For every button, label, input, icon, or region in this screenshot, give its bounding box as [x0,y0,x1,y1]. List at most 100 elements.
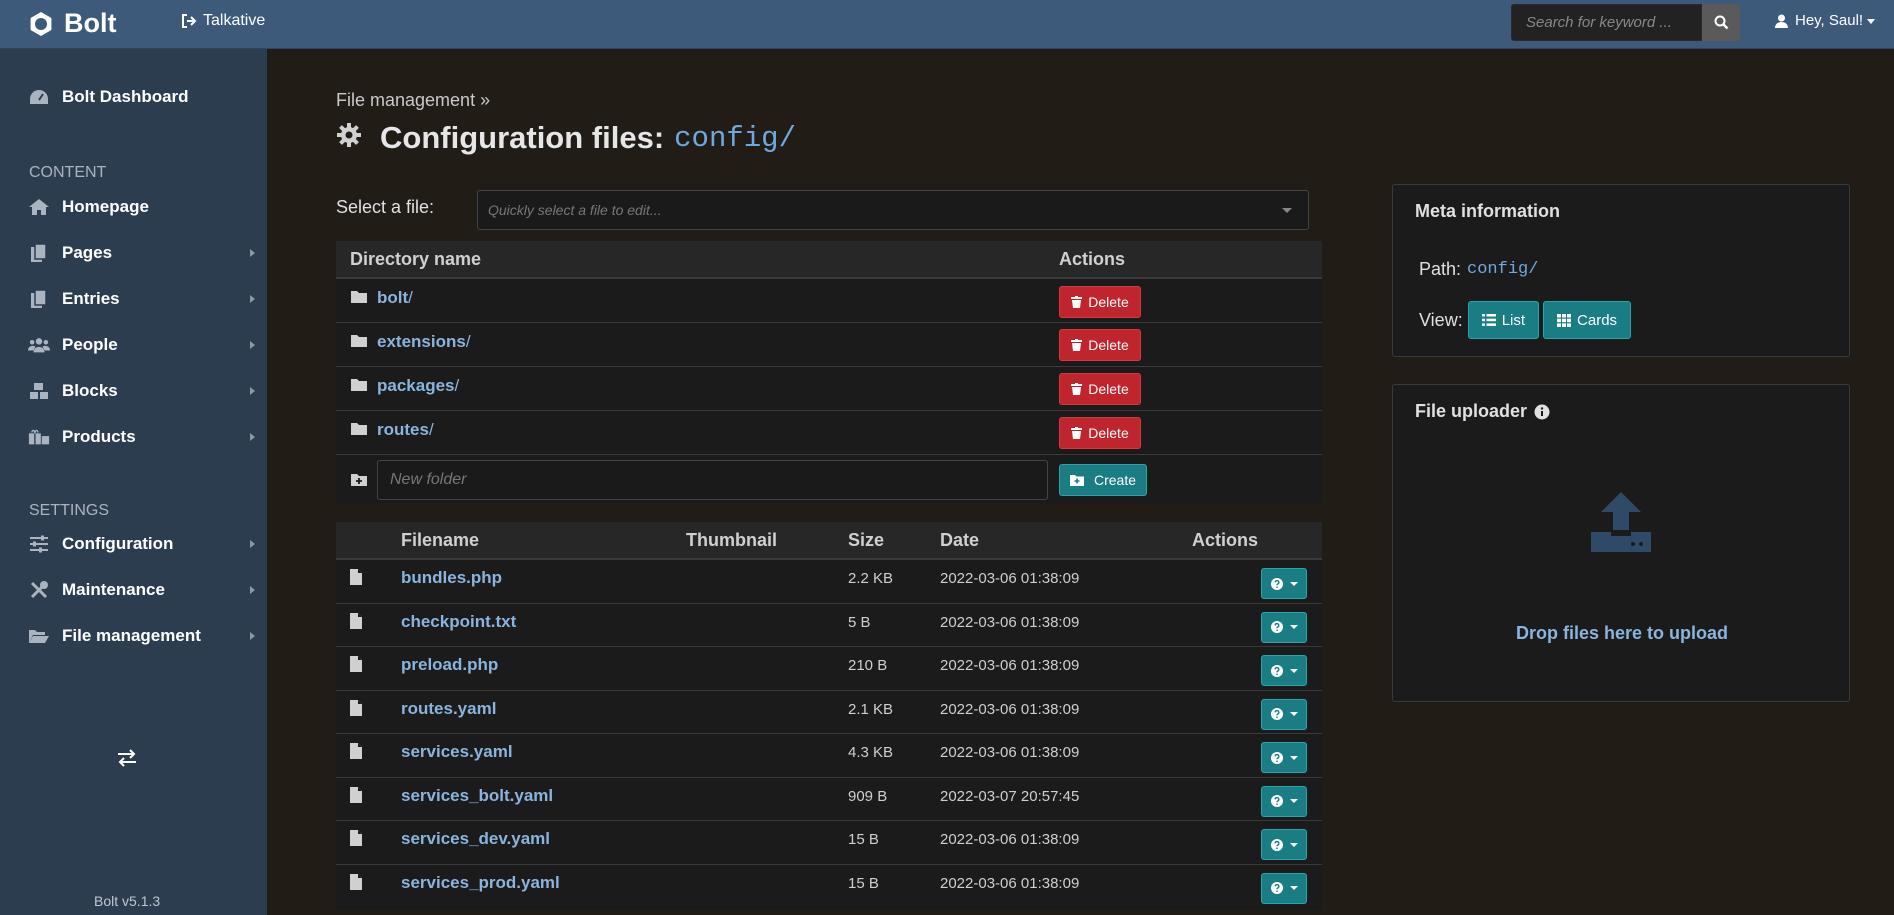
view-cards-label: Cards [1577,311,1618,329]
chevron-right-icon [250,295,255,303]
file-actions-dropdown[interactable] [1261,568,1307,599]
view-cards-button[interactable]: Cards [1543,301,1632,339]
trash-icon [1071,383,1083,395]
delete-button[interactable]: Delete [1059,286,1141,318]
chevron-down-icon [1289,668,1298,673]
file-actions-dropdown[interactable] [1261,655,1307,686]
sidebar-item-blocks[interactable]: Blocks [28,381,258,401]
sidebar-item-configuration[interactable]: Configuration [28,534,258,554]
file-date: 2022-03-06 01:38:09 [940,874,1080,892]
info-icon[interactable] [1534,404,1550,420]
sidebar-item-entries[interactable]: Entries [28,289,258,309]
folder-plus-icon [1069,474,1084,486]
file-actions-dropdown[interactable] [1261,872,1307,904]
chevron-right-icon [250,433,255,441]
content-heading: CONTENT [29,164,107,181]
view-site-link[interactable]: Talkative [181,12,265,30]
file-link[interactable]: checkpoint.txt [401,612,516,632]
sidebar-item-homepage[interactable]: Homepage [28,197,258,217]
brand-link[interactable]: Bolt [28,8,116,39]
file-size: 5 B [848,613,871,631]
meta-information-card: Meta information Path: config/ View: Lis… [1392,184,1850,357]
uploader-title: File uploader [1415,401,1528,421]
sidebar-item-label: Products [62,427,136,446]
user-menu[interactable]: Hey, Saul! [1775,12,1876,29]
file-link[interactable]: services_prod.yaml [401,873,560,893]
top-navbar: Bolt Talkative Search for keyword ... He… [0,0,1894,49]
table-row: services_bolt.yaml 909 B 2022-03-07 20:57:… [336,778,1322,821]
file-date: 2022-03-06 01:38:09 [940,744,1080,761]
file-link[interactable]: bundles.php [401,568,502,588]
delete-button[interactable]: Delete [1059,373,1141,405]
chevron-right-icon [250,249,255,257]
file-actions-dropdown[interactable] [1261,611,1307,643]
copy-icon [28,243,50,263]
question-circle-icon [1270,577,1283,590]
sidebar-item-people[interactable]: People [28,335,258,355]
directory-link[interactable]: packages/ [377,376,459,396]
file-date: 2022-03-07 20:57:45 [940,787,1080,805]
chevron-right-icon [250,387,255,395]
users-icon [28,335,50,355]
view-list-label: List [1501,311,1526,329]
path-label: Path: [1419,259,1462,279]
sidebar-item-dashboard[interactable]: Bolt Dashboard [28,87,258,107]
delete-button[interactable]: Delete [1059,329,1141,361]
tools-icon [28,580,50,600]
breadcrumb[interactable]: File management » [336,90,490,111]
question-circle-icon [1270,838,1283,851]
file-link[interactable]: preload.php [401,655,498,675]
cubes-icon [28,381,50,401]
question-circle-icon [1270,708,1283,720]
file-icon [350,569,362,585]
folder-icon [351,379,367,391]
home-icon [28,197,50,217]
sidebar-item-products[interactable]: Products [28,427,258,447]
folder-icon [351,335,367,347]
drop-files-text[interactable]: Drop files here to upload [1393,623,1851,644]
sidebar-item-file-management[interactable]: File management [28,626,258,646]
gear-icon [337,123,361,147]
question-circle-icon [1270,664,1283,677]
file-select-dropdown[interactable]: Quickly select a file to edit... [477,190,1309,230]
file-actions-dropdown[interactable] [1261,698,1307,730]
chevron-right-icon [250,341,255,349]
table-row: routes/ Delete [336,411,1322,455]
delete-label: Delete [1088,425,1129,441]
file-date: 2022-03-06 01:38:09 [940,613,1080,631]
file-actions-dropdown[interactable] [1261,742,1307,773]
brand-name: Bolt [64,8,117,38]
file-size: 15 B [848,831,879,848]
file-link[interactable]: services_bolt.yaml [401,786,553,806]
question-circle-icon [1270,621,1283,633]
directory-link[interactable]: bolt/ [377,288,413,308]
file-actions-dropdown[interactable] [1261,785,1307,817]
page-title-text: Configuration files: [380,120,665,155]
sidebar-toggle-button[interactable] [116,749,138,772]
directory-link[interactable]: routes/ [377,420,434,440]
folder-icon [351,291,367,303]
directory-link[interactable]: extensions/ [377,332,471,352]
search-input[interactable]: Search for keyword ... [1511,4,1702,41]
file-link[interactable]: services_dev.yaml [401,829,550,849]
file-icon [350,656,362,672]
create-folder-button[interactable]: Create [1059,464,1147,496]
bolt-logo-icon [30,11,52,36]
new-folder-input[interactable]: New folder [377,460,1048,500]
view-list-button[interactable]: List [1467,301,1540,339]
folder-icon [351,423,367,435]
chevron-down-icon [1289,625,1298,629]
folder-plus-icon [351,474,367,486]
column-header: Actions [1192,530,1259,550]
sidebar-item-maintenance[interactable]: Maintenance [28,580,258,600]
file-link[interactable]: routes.yaml [401,699,496,719]
path-value: config/ [1467,260,1539,279]
sidebar-item-pages[interactable]: Pages [28,243,258,263]
file-actions-dropdown[interactable] [1261,829,1307,860]
copy-icon [28,289,50,309]
drop-zone[interactable] [1589,490,1653,554]
search-button[interactable] [1702,4,1740,41]
file-link[interactable]: services.yaml [401,742,513,762]
file-icon [350,786,362,803]
delete-button[interactable]: Delete [1059,417,1141,449]
